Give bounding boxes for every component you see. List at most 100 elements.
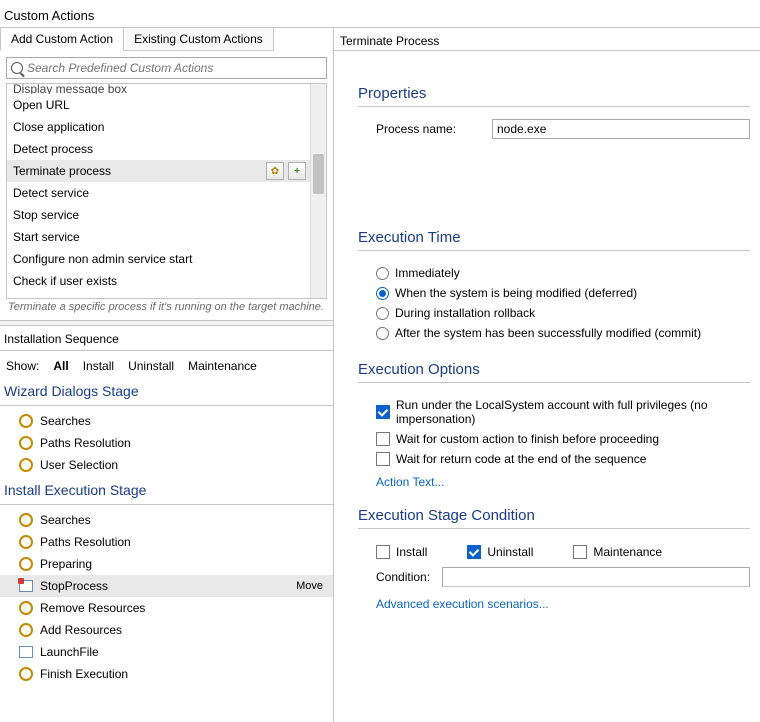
- show-install[interactable]: Install: [83, 359, 114, 373]
- show-uninstall[interactable]: Uninstall: [128, 359, 174, 373]
- exec-option[interactable]: Wait for custom action to finish before …: [358, 429, 750, 449]
- tree-item[interactable]: Searches: [0, 410, 333, 432]
- tree-action-move[interactable]: Move: [296, 580, 327, 592]
- separator: [358, 528, 750, 529]
- search-box[interactable]: [6, 57, 327, 79]
- checkbox-icon[interactable]: [376, 452, 390, 466]
- option-label: During installation rollback: [395, 306, 535, 320]
- action-item-selected[interactable]: Terminate process ✿ +: [7, 160, 310, 182]
- tree-item[interactable]: Remove Resources: [0, 597, 333, 619]
- add-with-sequence-button[interactable]: ✿: [266, 162, 284, 180]
- checkbox-icon[interactable]: [376, 545, 390, 559]
- action-item[interactable]: Display message box: [7, 84, 310, 94]
- install-stage-heading: Install Execution Stage: [0, 476, 333, 505]
- checkbox-icon[interactable]: [376, 432, 390, 446]
- action-item[interactable]: Close application: [7, 116, 310, 138]
- action-item[interactable]: Stop service: [7, 204, 310, 226]
- process-name-row: Process name:: [358, 119, 750, 139]
- scrollbar-thumb[interactable]: [313, 154, 324, 194]
- separator: [358, 250, 750, 251]
- action-text-link[interactable]: Action Text...: [358, 469, 444, 489]
- radio-icon[interactable]: [376, 327, 389, 340]
- tree-label: Searches: [40, 414, 327, 428]
- action-item[interactable]: Check if user exists: [7, 270, 310, 292]
- tree-item[interactable]: Searches: [0, 509, 333, 531]
- tree-item[interactable]: Preparing: [0, 553, 333, 575]
- tree-label: User Selection: [40, 458, 327, 472]
- action-buttons: ✿ +: [266, 162, 306, 180]
- exec-option[interactable]: Run under the LocalSystem account with f…: [358, 395, 750, 429]
- option-label: After the system has been successfully m…: [395, 326, 701, 340]
- option-label: Immediately: [395, 266, 460, 280]
- plus-icon: +: [294, 166, 300, 177]
- separator: [358, 382, 750, 383]
- tree-label: Searches: [40, 513, 327, 527]
- radio-icon[interactable]: [376, 287, 389, 300]
- tree-item[interactable]: Add Resources: [0, 619, 333, 641]
- radio-icon[interactable]: [376, 307, 389, 320]
- advanced-scenarios-link[interactable]: Advanced execution scenarios...: [358, 591, 549, 611]
- option-label: Wait for custom action to finish before …: [396, 432, 659, 446]
- gear-icon: [18, 600, 34, 616]
- tree-label: StopProcess: [40, 579, 290, 593]
- action-item[interactable]: Configure non admin service start: [7, 248, 310, 270]
- execution-options-heading: Execution Options: [358, 361, 750, 382]
- process-name-input[interactable]: [492, 119, 750, 139]
- tree-item[interactable]: User Selection: [0, 454, 333, 476]
- search-wrap: [0, 51, 333, 83]
- sequence-title: Installation Sequence: [0, 326, 333, 350]
- gear-icon: [18, 622, 34, 638]
- action-list[interactable]: Display message box Open URL Close appli…: [7, 84, 310, 298]
- show-label: Show:: [6, 359, 39, 373]
- option-label: Run under the LocalSystem account with f…: [396, 398, 750, 426]
- gear-icon: [18, 512, 34, 528]
- action-label: Terminate process: [13, 164, 111, 178]
- right-content: Properties Process name: Execution Time …: [334, 51, 760, 722]
- checkbox-icon[interactable]: [376, 405, 390, 419]
- show-all[interactable]: All: [53, 359, 68, 373]
- tree-label: Finish Execution: [40, 667, 327, 681]
- exec-time-option[interactable]: After the system has been successfully m…: [358, 323, 750, 343]
- action-tabs: Add Custom Action Existing Custom Action…: [0, 28, 333, 51]
- separator: [358, 106, 750, 107]
- exec-option[interactable]: Wait for return code at the end of the s…: [358, 449, 750, 469]
- tree-label: LaunchFile: [40, 645, 327, 659]
- show-maintenance[interactable]: Maintenance: [188, 359, 257, 373]
- exec-time-option[interactable]: Immediately: [358, 263, 750, 283]
- tree-label: Add Resources: [40, 623, 327, 637]
- tree-item-selected[interactable]: StopProcess Move: [0, 575, 333, 597]
- tree-item[interactable]: Paths Resolution: [0, 432, 333, 454]
- option-label: When the system is being modified (defer…: [395, 286, 637, 300]
- gear-icon: [18, 435, 34, 451]
- tree-label: Paths Resolution: [40, 535, 327, 549]
- tree-item[interactable]: Finish Execution: [0, 663, 333, 685]
- tree-item[interactable]: LaunchFile: [0, 641, 333, 663]
- exec-time-option[interactable]: When the system is being modified (defer…: [358, 283, 750, 303]
- action-item[interactable]: Start service: [7, 226, 310, 248]
- tab-existing-custom-actions[interactable]: Existing Custom Actions: [123, 28, 274, 51]
- search-input[interactable]: [27, 61, 322, 75]
- radio-icon[interactable]: [376, 267, 389, 280]
- action-item[interactable]: Detect process: [7, 138, 310, 160]
- tree-label: Paths Resolution: [40, 436, 327, 450]
- add-without-sequence-button[interactable]: +: [288, 162, 306, 180]
- uninstall-checkbox[interactable]: Uninstall: [467, 545, 533, 559]
- gear-icon: [18, 457, 34, 473]
- scrollbar[interactable]: [310, 84, 326, 298]
- maintenance-checkbox[interactable]: Maintenance: [573, 545, 662, 559]
- exec-time-option[interactable]: During installation rollback: [358, 303, 750, 323]
- page-title: Custom Actions: [0, 0, 760, 27]
- tree-item[interactable]: Paths Resolution: [0, 531, 333, 553]
- gear-icon: [18, 534, 34, 550]
- action-item[interactable]: Detect service: [7, 182, 310, 204]
- right-title: Terminate Process: [334, 28, 760, 50]
- checkbox-icon[interactable]: [467, 545, 481, 559]
- install-checkbox[interactable]: Install: [376, 545, 427, 559]
- checkbox-icon[interactable]: [573, 545, 587, 559]
- action-item[interactable]: Open URL: [7, 94, 310, 116]
- condition-input[interactable]: [442, 567, 750, 587]
- show-filter-row: Show: All Install Uninstall Maintenance: [0, 355, 333, 377]
- gear-icon: [18, 556, 34, 572]
- tab-add-custom-action[interactable]: Add Custom Action: [0, 28, 124, 51]
- stop-process-icon: [18, 578, 34, 594]
